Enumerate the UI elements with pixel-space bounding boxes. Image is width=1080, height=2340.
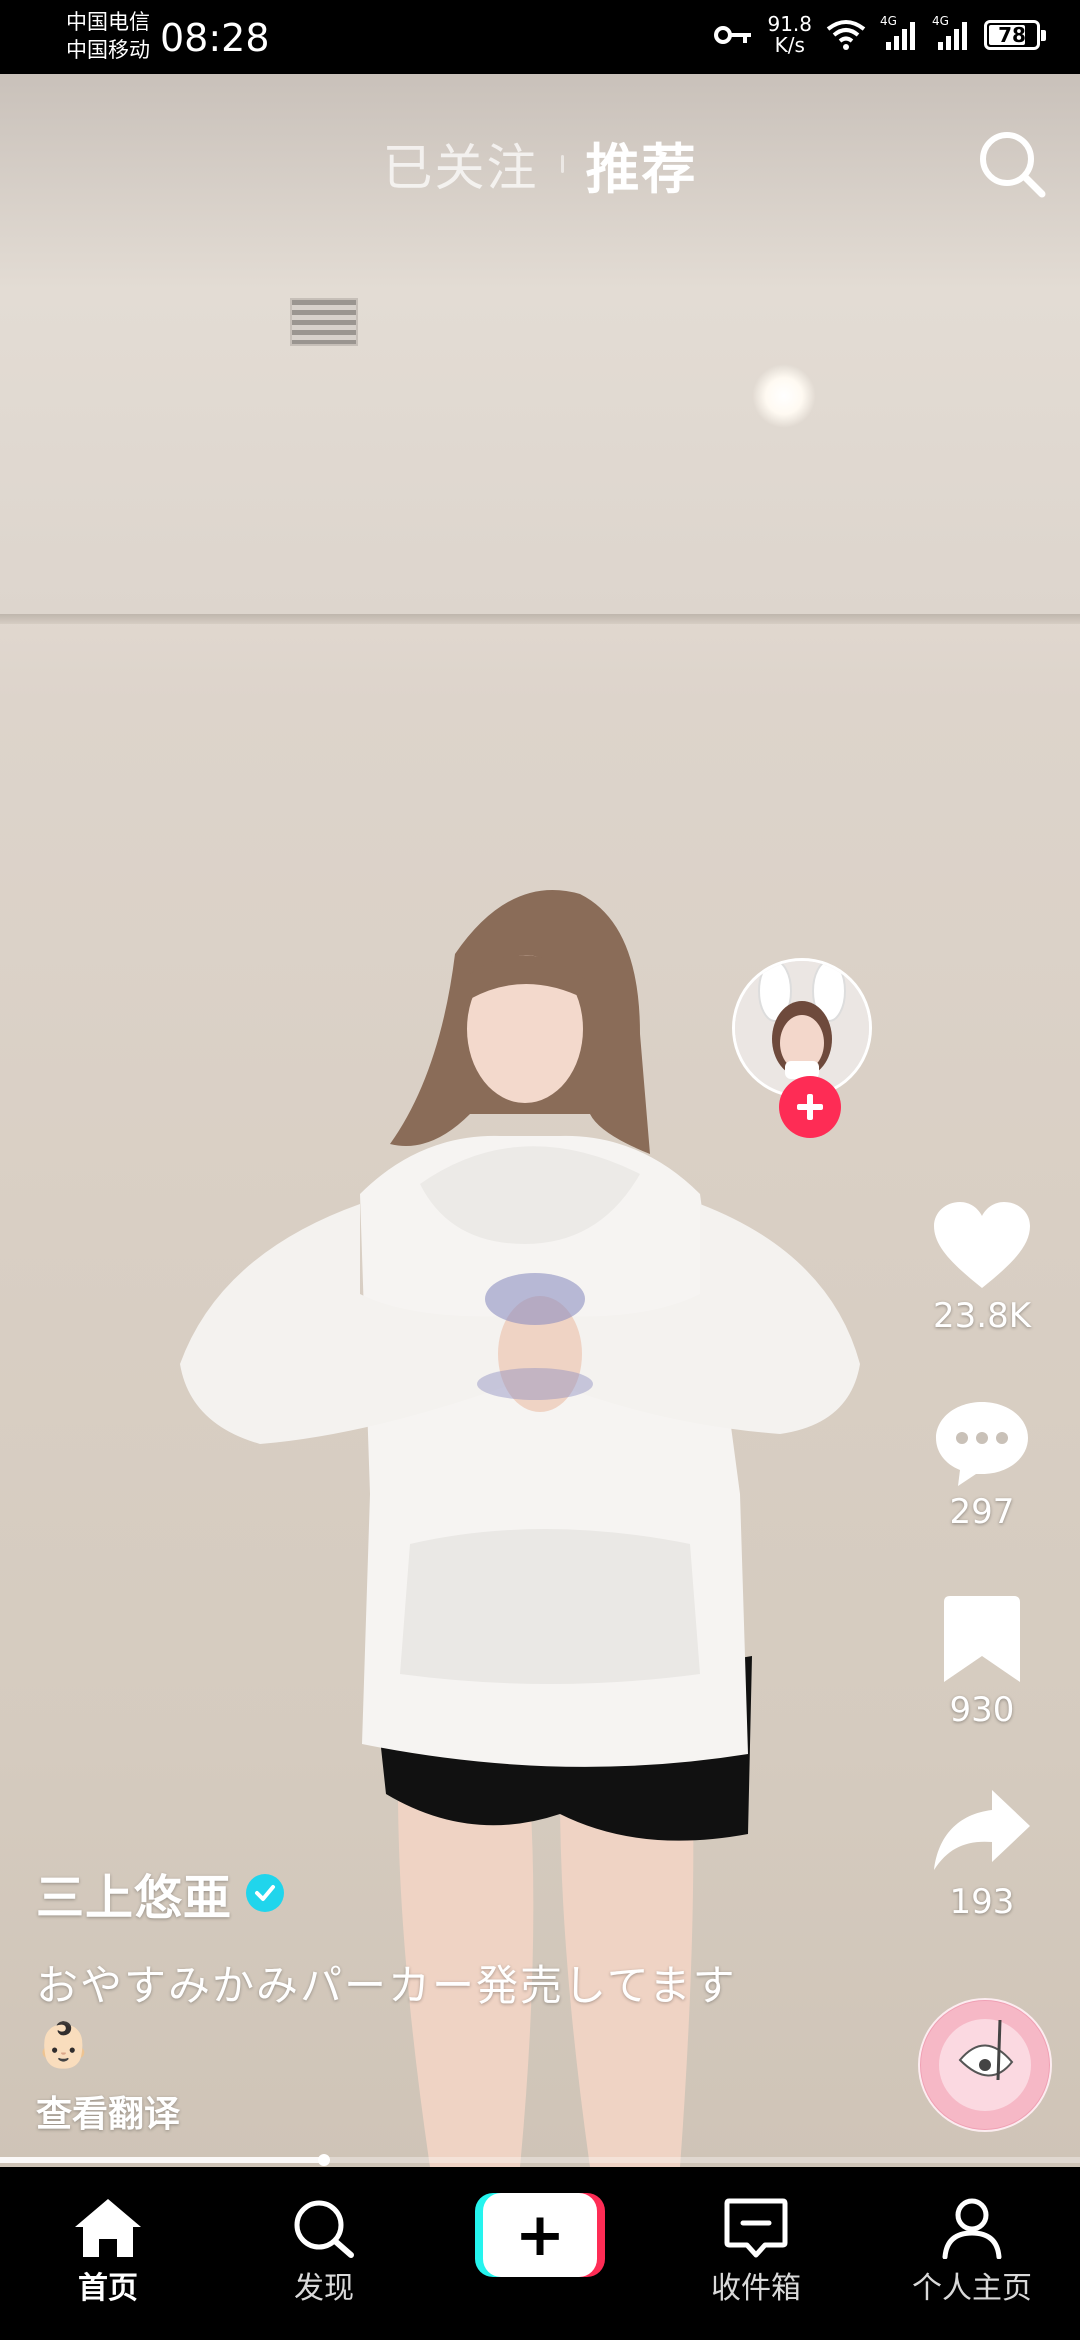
carrier-2: 中国移动: [66, 38, 150, 62]
comment-icon: [936, 1402, 1028, 1486]
music-disc-button[interactable]: [918, 1998, 1052, 2132]
plus-icon: +: [483, 2193, 597, 2277]
nav-create[interactable]: +: [432, 2167, 648, 2340]
nav-profile-label: 个人主页: [912, 2271, 1032, 2306]
verified-badge-icon: [246, 1874, 285, 1912]
battery-icon: 78: [984, 20, 1046, 50]
nav-home-label: 首页: [78, 2271, 138, 2306]
profile-icon: [942, 2198, 1002, 2259]
video-progress-bar[interactable]: [0, 2154, 1080, 2166]
author-avatar-button[interactable]: [732, 958, 872, 1138]
comment-count: 297: [949, 1492, 1015, 1532]
video-progress-handle[interactable]: [318, 2154, 330, 2166]
carrier-labels: 中国电信 中国移动: [66, 8, 150, 64]
follow-button[interactable]: [779, 1076, 841, 1138]
status-bar: 中国电信 中国移动 08:28 91.8 K/s 4G 4G 78: [0, 0, 1080, 74]
search-icon: [294, 2200, 354, 2258]
search-button[interactable]: [974, 126, 1050, 202]
status-time: 08:28: [160, 16, 270, 60]
translate-link[interactable]: 查看翻译: [36, 2085, 776, 2137]
share-arrow-icon: [934, 1790, 1030, 1870]
favorite-button[interactable]: 930: [902, 1594, 1062, 1730]
create-button[interactable]: +: [475, 2193, 605, 2277]
nav-inbox-label: 收件箱: [711, 2271, 801, 2306]
share-count: 193: [949, 1882, 1015, 1922]
home-icon: [75, 2199, 141, 2257]
signal-icon: [938, 22, 967, 50]
post-description: おやすみかみパーカー発売してます: [36, 1961, 737, 2010]
feed-tabs: 已关注 推荐: [0, 124, 1080, 204]
nav-profile[interactable]: 个人主页: [864, 2167, 1080, 2340]
video-progress-fill: [0, 2157, 324, 2163]
favorite-count: 930: [949, 1690, 1015, 1730]
author-name[interactable]: 三上悠亜: [36, 1858, 232, 1928]
nav-discover[interactable]: 发现: [216, 2167, 432, 2340]
wifi-icon: [826, 20, 866, 50]
inbox-icon: [724, 2198, 788, 2258]
signal-icon: [886, 22, 915, 50]
plus-icon: [797, 1094, 823, 1120]
bookmark-icon: [944, 1596, 1020, 1682]
signal-1: 4G: [880, 14, 918, 52]
search-icon: [980, 132, 1046, 198]
net-speed: 91.8 K/s: [767, 12, 812, 57]
nav-inbox[interactable]: 收件箱: [648, 2167, 864, 2340]
comment-button[interactable]: 297: [902, 1398, 1062, 1532]
status-icons: 91.8 K/s 4G 4G 78: [713, 12, 1046, 57]
baby-emoji: 👶🏻: [36, 2020, 91, 2071]
music-disc-icon: [921, 2001, 1049, 2129]
nav-home[interactable]: 首页: [0, 2167, 216, 2340]
carrier-1: 中国电信: [66, 10, 150, 34]
tab-recommend[interactable]: 推荐: [586, 125, 698, 204]
heart-icon: [934, 1202, 1030, 1288]
like-button[interactable]: 23.8K: [902, 1200, 1062, 1336]
share-button[interactable]: 193: [902, 1786, 1062, 1922]
key-icon: [714, 26, 752, 44]
bottom-nav: 首页 发现 + 收件箱 个人主页: [0, 2167, 1080, 2340]
tab-following[interactable]: 已关注: [383, 128, 539, 200]
tab-divider: [560, 155, 564, 173]
signal-2: 4G: [932, 14, 970, 52]
author-row[interactable]: 三上悠亜: [36, 1858, 776, 1928]
post-caption: 三上悠亜 おやすみかみパーカー発売してます 👶🏻 查看翻译: [36, 1858, 776, 2137]
like-count: 23.8K: [933, 1296, 1031, 1336]
avatar-image: [735, 961, 869, 1095]
nav-discover-label: 发现: [294, 2271, 354, 2306]
